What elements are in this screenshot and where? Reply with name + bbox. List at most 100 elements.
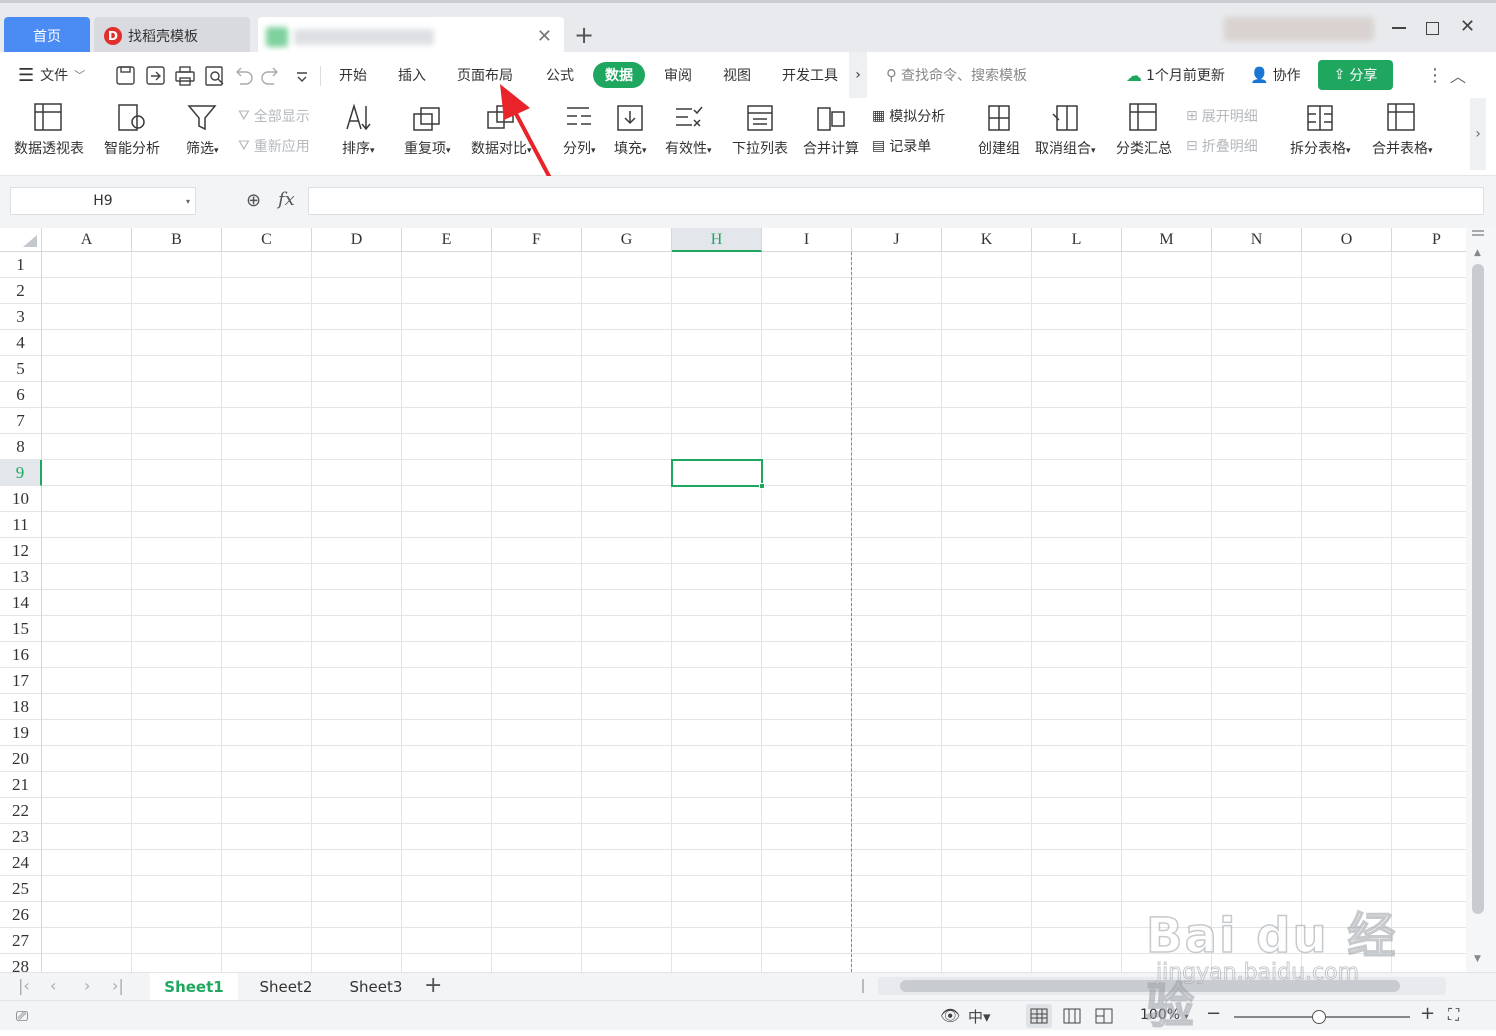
more-options-icon[interactable]: ⋮ [1426, 52, 1444, 98]
row-header-22[interactable]: 22 [0, 798, 42, 824]
close-tab-icon[interactable]: ✕ [537, 26, 552, 47]
share-button[interactable]: ⇪ 分享 [1318, 60, 1393, 90]
sheet-tab-3[interactable]: Sheet3 [332, 973, 420, 1001]
horizontal-scroll-thumb[interactable] [900, 980, 1400, 992]
name-box[interactable]: H9 ▾ [10, 187, 196, 215]
column-header-l[interactable]: L [1032, 228, 1122, 252]
row-header-26[interactable]: 26 [0, 902, 42, 928]
sort-button[interactable]: 排序▾ [342, 102, 375, 158]
eye-protection-icon[interactable]: 👁 [940, 1006, 960, 1025]
column-header-k[interactable]: K [942, 228, 1032, 252]
fullscreen-icon[interactable]: ⛶ [1448, 1005, 1459, 1025]
reapply-button[interactable]: ⛛ 重新应用 [238, 136, 310, 156]
row-header-10[interactable]: 10 [0, 486, 42, 512]
merge-table-button[interactable]: 合并表格▾ [1372, 102, 1433, 158]
input-method-icon[interactable]: 中▾ [968, 1006, 991, 1027]
collab-button[interactable]: 👤 协作 [1250, 52, 1301, 98]
column-header-h[interactable]: H [672, 228, 762, 252]
row-header-17[interactable]: 17 [0, 668, 42, 694]
row-header-1[interactable]: 1 [0, 252, 42, 278]
smart-analysis-button[interactable]: 智能分析 [104, 102, 160, 158]
prev-sheet-icon[interactable]: ‹ [50, 976, 56, 995]
row-header-7[interactable]: 7 [0, 408, 42, 434]
scroll-up-icon[interactable]: ▲ [1474, 248, 1481, 258]
collapse-detail-button[interactable]: ⊟ 折叠明细 [1186, 136, 1258, 156]
name-box-dropdown-icon[interactable]: ▾ [186, 197, 190, 206]
row-header-21[interactable]: 21 [0, 772, 42, 798]
filter-button[interactable]: 筛选▾ [186, 102, 219, 158]
ungroup-button[interactable]: 取消组合▾ [1035, 102, 1096, 158]
row-header-19[interactable]: 19 [0, 720, 42, 746]
row-header-4[interactable]: 4 [0, 330, 42, 356]
column-header-o[interactable]: O [1302, 228, 1392, 252]
row-header-2[interactable]: 2 [0, 278, 42, 304]
what-if-button[interactable]: ▦ 模拟分析 [872, 106, 945, 126]
row-header-13[interactable]: 13 [0, 564, 42, 590]
row-header-24[interactable]: 24 [0, 850, 42, 876]
row-header-25[interactable]: 25 [0, 876, 42, 902]
normal-view-icon[interactable] [1026, 1004, 1052, 1028]
row-header-12[interactable]: 12 [0, 538, 42, 564]
tab-home[interactable]: 首页 [4, 17, 90, 55]
selected-cell[interactable] [671, 459, 765, 489]
split-table-button[interactable]: 拆分表格▾ [1290, 102, 1351, 158]
column-header-d[interactable]: D [312, 228, 402, 252]
row-header-9[interactable]: 9 [0, 460, 42, 486]
create-group-button[interactable]: 创建组 [978, 102, 1020, 158]
column-header-g[interactable]: G [582, 228, 672, 252]
row-header-28[interactable]: 28 [0, 954, 42, 972]
column-header-f[interactable]: F [492, 228, 582, 252]
menu-more-icon[interactable]: › [849, 52, 867, 98]
column-header-i[interactable]: I [762, 228, 852, 252]
row-header-16[interactable]: 16 [0, 642, 42, 668]
ribbon-scroll-right-icon[interactable]: › [1470, 98, 1486, 170]
spreadsheet-grid[interactable]: ABCDEFGHIJKLMNOP 1 2 3 4 5 6 7 8 9 10 11 12 13 14 15 16… [0, 228, 1466, 972]
page-view-icon[interactable] [1060, 1004, 1084, 1028]
new-tab-icon[interactable]: + [574, 21, 594, 49]
function-icon[interactable]: fx [278, 189, 295, 210]
menu-dev-tools[interactable]: 开发工具 [782, 52, 838, 98]
macro-record-icon[interactable]: ⎚ [16, 1007, 28, 1025]
pivot-table-button[interactable]: 数据透视表 [14, 102, 84, 158]
column-header-a[interactable]: A [42, 228, 132, 252]
maximize-icon[interactable] [1426, 22, 1439, 35]
menu-review[interactable]: 审阅 [664, 52, 692, 98]
scroll-down-icon[interactable]: ▼ [1474, 954, 1481, 964]
close-window-icon[interactable]: ✕ [1460, 16, 1475, 37]
row-header-27[interactable]: 27 [0, 928, 42, 954]
vertical-scrollbar[interactable]: ▲ ▼ [1466, 228, 1496, 972]
row-header-11[interactable]: 11 [0, 512, 42, 538]
row-header-23[interactable]: 23 [0, 824, 42, 850]
menu-view[interactable]: 视图 [723, 52, 751, 98]
split-handle[interactable] [862, 979, 864, 993]
row-header-5[interactable]: 5 [0, 356, 42, 382]
column-header-e[interactable]: E [402, 228, 492, 252]
row-header-20[interactable]: 20 [0, 746, 42, 772]
sheet-tab-2[interactable]: Sheet2 [242, 973, 330, 1001]
row-header-3[interactable]: 3 [0, 304, 42, 330]
sync-status[interactable]: ☁ 1个月前更新 [1126, 52, 1225, 98]
column-header-c[interactable]: C [222, 228, 312, 252]
formula-input[interactable] [308, 187, 1484, 215]
next-sheet-icon[interactable]: › [84, 976, 90, 995]
subtotal-button[interactable]: 分类汇总 [1116, 102, 1172, 158]
select-all-corner[interactable] [0, 228, 42, 252]
menu-start[interactable]: 开始 [339, 52, 367, 98]
add-sheet-icon[interactable]: + [424, 973, 442, 999]
fill-handle[interactable] [759, 483, 765, 489]
duplicates-button[interactable]: 重复项▾ [404, 102, 451, 158]
collapse-ribbon-icon[interactable]: ︿ [1450, 52, 1466, 98]
tab-document[interactable]: ✕ [258, 17, 564, 55]
row-header-18[interactable]: 18 [0, 694, 42, 720]
record-form-button[interactable]: ▤ 记录单 [872, 136, 931, 156]
zoom-slider-handle[interactable] [1312, 1010, 1326, 1024]
last-sheet-icon[interactable]: ›| [112, 976, 124, 995]
column-header-b[interactable]: B [132, 228, 222, 252]
column-header-n[interactable]: N [1212, 228, 1302, 252]
menu-insert[interactable]: 插入 [398, 52, 426, 98]
column-header-p[interactable]: P [1392, 228, 1466, 252]
zoom-out-icon[interactable]: − [1206, 1003, 1221, 1024]
zoom-level[interactable]: 100% ▾ [1140, 1007, 1189, 1023]
column-header-j[interactable]: J [852, 228, 942, 252]
validation-button[interactable]: 有效性▾ [665, 102, 712, 158]
